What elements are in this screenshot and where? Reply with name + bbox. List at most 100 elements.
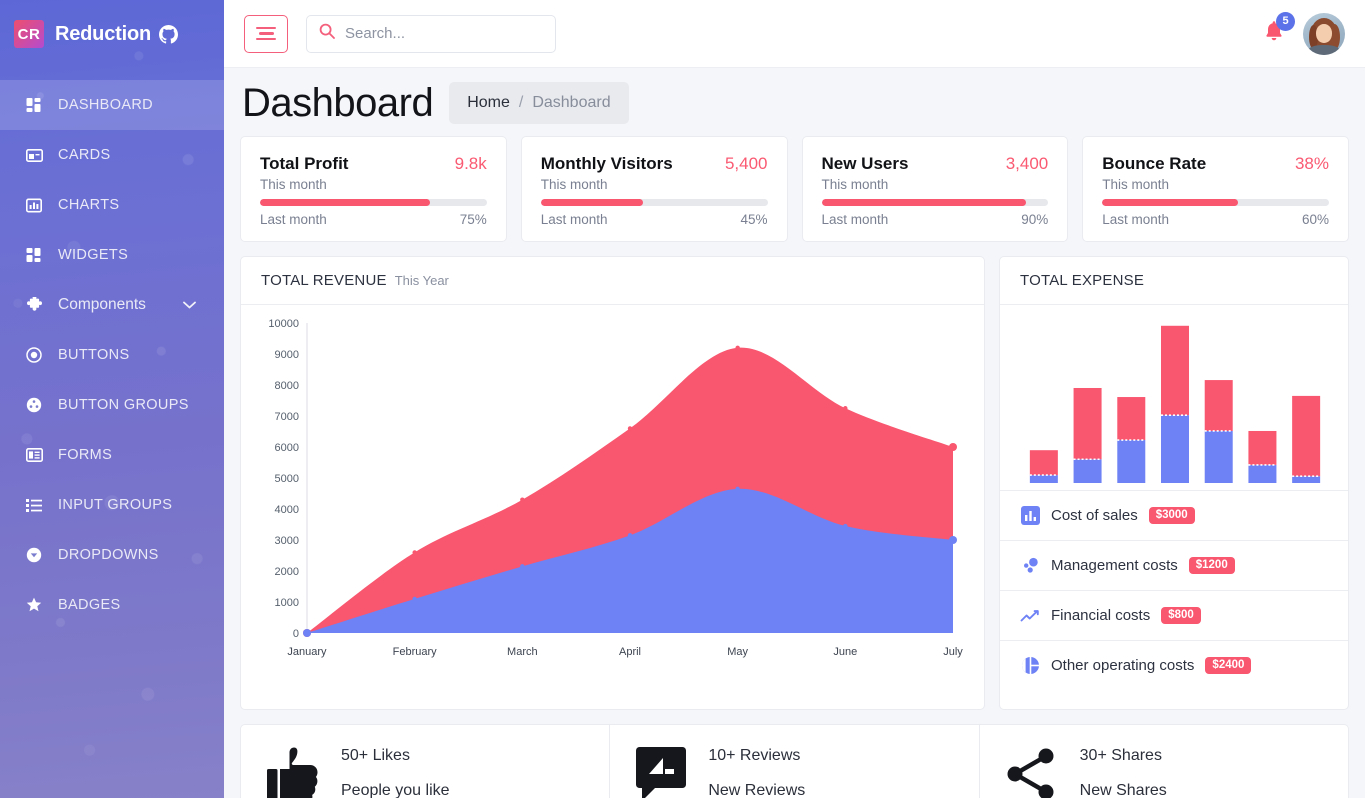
expense-legend-label: Management costs (1051, 557, 1178, 574)
expense-legend-label: Other operating costs (1051, 657, 1195, 674)
stat-percent: 45% (740, 212, 768, 227)
stat-footer: Last month 60% (1102, 212, 1329, 227)
breadcrumb-home[interactable]: Home (467, 94, 510, 112)
stat-card-monthly-visitors: Monthly Visitors 5,400 This month Last m… (520, 136, 788, 242)
sidebar-item-label: FORMS (58, 447, 113, 463)
stat-header: New Users 3,400 (822, 154, 1049, 174)
stat-value: 9.8k (454, 154, 487, 173)
dropdown-icon (26, 546, 46, 564)
stat-progress-track (540, 199, 768, 206)
expense-legend-badge: $1200 (1188, 556, 1235, 575)
search-icon (319, 23, 335, 44)
card-icon (26, 146, 46, 164)
stat-progress-fill (821, 199, 1026, 206)
total-revenue-panel: TOTAL REVENUE This Year 0 1000 2000 3000 400… (240, 256, 985, 710)
sidebar-item-badges[interactable]: BADGES (0, 580, 224, 630)
bottom-card-shares[interactable]: 30+ Shares New Shares (978, 725, 1348, 798)
search-box[interactable] (306, 14, 556, 53)
bottom-card-subtitle: New Shares (1079, 782, 1167, 798)
expense-legend-other-operating-costs[interactable]: Other operating costs $2400 (1000, 640, 1348, 690)
pie-chart-icon (1020, 656, 1040, 676)
bottom-card-title: 10+ Reviews (708, 747, 801, 764)
stat-progress-fill (540, 199, 643, 206)
stat-cards: Total Profit 9.8k This month Last month … (240, 136, 1349, 242)
stat-title: Bounce Rate (1102, 154, 1207, 173)
breadcrumb-current: Dashboard (532, 94, 611, 111)
main-area: 5 Dashboard Home / Dashboard (224, 0, 1365, 798)
sidebar-item-cards[interactable]: CARDS (0, 130, 224, 180)
bottom-card-reviews[interactable]: 10+ Reviews New Reviews (609, 725, 978, 798)
svg-text:2000: 2000 (275, 566, 299, 578)
sidebar-item-components[interactable]: Components (0, 280, 224, 330)
bar-chart-icon (1020, 506, 1040, 526)
bottom-card-subtitle: New Reviews (708, 782, 806, 798)
bottom-card-title: 50+ Likes (341, 747, 410, 764)
stat-header: Bounce Rate 38% (1102, 154, 1329, 174)
expense-legend-management-costs[interactable]: Management costs $1200 (1000, 540, 1348, 590)
stat-title: Monthly Visitors (540, 154, 673, 173)
sidebar-item-label: CHARTS (58, 197, 120, 213)
sidebar-item-input-groups[interactable]: INPUT GROUPS (0, 480, 224, 530)
sidebar-item-charts[interactable]: CHARTS (0, 180, 224, 230)
revenue-area-chart[interactable]: 0 1000 2000 3000 4000 5000 6000 7000 8000 9000 100… (241, 305, 984, 709)
github-icon[interactable] (158, 24, 178, 44)
bottom-card-text: 10+ Reviews New Reviews (708, 747, 805, 798)
stat-header: Total Profit 9.8k (260, 154, 487, 174)
stat-last-month-label: Last month (821, 212, 889, 227)
expense-legend-badge: $2400 (1205, 656, 1252, 675)
expense-legend-label: Cost of sales (1051, 507, 1138, 524)
stat-percent: 75% (459, 212, 487, 227)
search-input[interactable] (345, 25, 543, 42)
sidebar-item-forms[interactable]: FORMS (0, 430, 224, 480)
panel-title: TOTAL REVENUE (261, 272, 387, 289)
expense-legend-badge: $800 (1161, 606, 1201, 625)
svg-text:5000: 5000 (275, 473, 299, 485)
bubble-chart-icon (1020, 556, 1040, 576)
area-chart-svg: 0 1000 2000 3000 4000 5000 6000 7000 8000 9000 100… (268, 318, 963, 658)
stat-footer: Last month 90% (822, 212, 1049, 227)
form-icon (26, 446, 46, 464)
stat-title: Total Profit (260, 154, 349, 173)
svg-text:0: 0 (293, 628, 299, 640)
bottom-cards: 50+ Likes People you like 10+ Reviews Ne… (240, 724, 1349, 798)
share-icon (1006, 747, 1058, 798)
notifications-button[interactable]: 5 (1259, 11, 1295, 49)
stat-card-total-profit: Total Profit 9.8k This month Last month … (240, 136, 507, 242)
stat-title: New Users (821, 154, 909, 173)
brand-logo: CR (14, 20, 44, 48)
notification-count-badge: 5 (1276, 11, 1295, 31)
sidebar-item-widgets[interactable]: WIDGETS (0, 230, 224, 280)
bottom-card-likes[interactable]: 50+ Likes People you like (241, 725, 609, 798)
line-chart-icon (1020, 606, 1040, 626)
sidebar-item-dropdowns[interactable]: DROPDOWNS (0, 530, 224, 580)
stat-this-month-label: This month (540, 177, 608, 192)
content: Dashboard Home / Dashboard Total Profit … (224, 68, 1365, 798)
expense-legend-financial-costs[interactable]: Financial costs $800 (1000, 590, 1348, 640)
panel-header: TOTAL EXPENSE (1000, 257, 1348, 305)
stat-value: 38% (1294, 154, 1329, 173)
svg-text:February: February (393, 646, 438, 658)
stat-this-month-label: This month (821, 177, 889, 192)
expense-bar-chart[interactable] (1000, 305, 1348, 490)
app-root: CR Reduction DASHBOARD CARDS CHARTS WIDG… (0, 0, 1365, 798)
svg-text:7000: 7000 (275, 411, 299, 423)
total-expense-panel: TOTAL EXPENSE Cost of sales $3000 Manage… (999, 256, 1349, 710)
svg-text:July: July (943, 646, 963, 658)
widgets-icon (26, 246, 46, 264)
chevron-down-icon[interactable] (183, 297, 196, 313)
stat-last-month-label: Last month (540, 212, 608, 227)
hamburger-icon[interactable] (244, 14, 288, 53)
expense-legend-cost-of-sales[interactable]: Cost of sales $3000 (1000, 490, 1348, 540)
svg-text:March: March (507, 646, 538, 658)
topbar-right: 5 (1259, 11, 1345, 55)
svg-text:April: April (619, 646, 641, 658)
sidebar-item-buttons[interactable]: BUTTONS (0, 330, 224, 380)
expense-legend-badge: $3000 (1148, 506, 1195, 525)
sidebar-item-dashboard[interactable]: DASHBOARD (0, 80, 224, 130)
avatar[interactable] (1303, 12, 1345, 55)
sidebar-nav: DASHBOARD CARDS CHARTS WIDGETS Component… (0, 68, 224, 630)
svg-text:3000: 3000 (275, 535, 299, 547)
sidebar-item-button-groups[interactable]: BUTTON GROUPS (0, 380, 224, 430)
sidebar-item-label: BUTTONS (58, 347, 130, 363)
brand[interactable]: CR Reduction (0, 0, 224, 68)
